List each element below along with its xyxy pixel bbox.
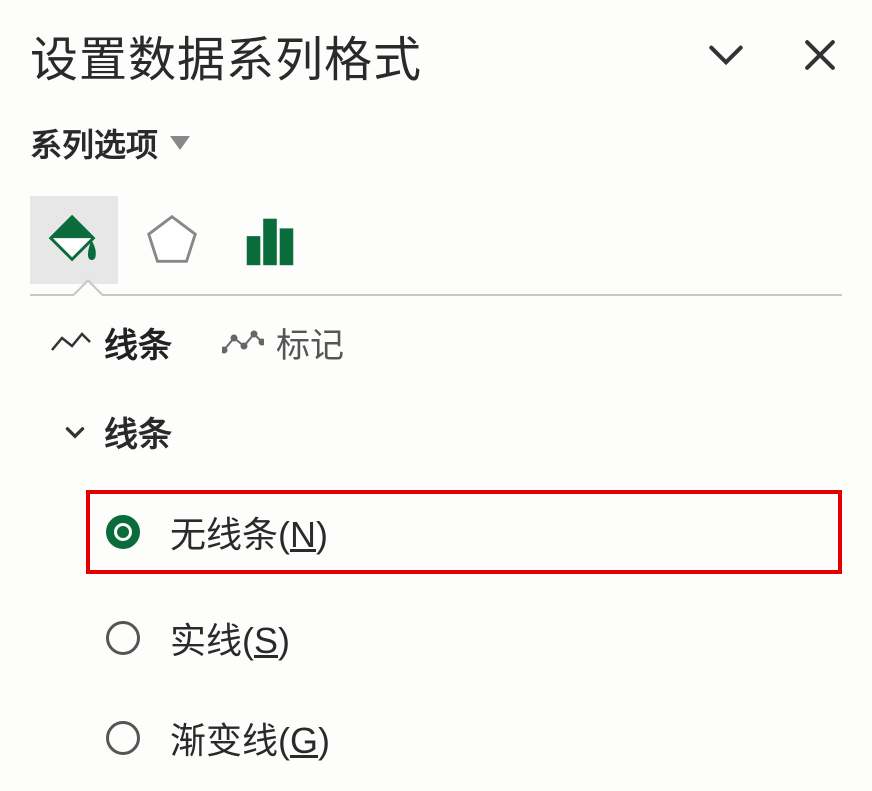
series-options-dropdown[interactable]: 系列选项 <box>30 120 842 166</box>
pentagon-icon <box>141 209 203 271</box>
radio-no-line-label: 无线条(N) <box>170 506 328 558</box>
close-icon[interactable] <box>798 33 842 77</box>
bar-chart-icon <box>239 209 301 271</box>
paint-bucket-icon <box>43 209 105 271</box>
line-radio-group: 无线条(N) 实线(S) 渐变线(G) <box>30 490 842 774</box>
tab-pointer-divider <box>30 294 842 296</box>
radio-solid-line-label: 实线(S) <box>170 612 290 664</box>
series-options-label: 系列选项 <box>30 120 158 166</box>
sub-tab-marker[interactable]: 标记 <box>222 318 344 367</box>
sub-tab-line[interactable]: 线条 <box>50 318 172 367</box>
header-controls <box>704 33 842 77</box>
panel-header: 设置数据系列格式 <box>30 20 842 90</box>
sub-tabs: 线条 标记 <box>30 318 842 367</box>
marker-small-icon <box>222 330 264 356</box>
radio-gradient-line-label: 渐变线(G) <box>170 712 330 764</box>
panel-title: 设置数据系列格式 <box>30 20 422 90</box>
tab-effects[interactable] <box>128 196 216 284</box>
tool-tabs <box>30 196 842 284</box>
radio-gradient-line[interactable]: 渐变线(G) <box>90 702 842 774</box>
sub-tab-marker-label: 标记 <box>276 318 344 367</box>
line-small-icon <box>50 330 92 356</box>
radio-solid-line[interactable]: 实线(S) <box>90 602 842 674</box>
radio-indicator-icon <box>106 721 140 755</box>
radio-indicator-icon <box>106 621 140 655</box>
line-section-label: 线条 <box>104 407 172 456</box>
collapse-icon[interactable] <box>704 33 748 77</box>
radio-no-line[interactable]: 无线条(N) <box>86 490 842 574</box>
line-section-header[interactable]: 线条 <box>30 407 842 456</box>
dropdown-triangle-icon <box>170 136 190 150</box>
tab-series-options[interactable] <box>226 196 314 284</box>
chevron-down-icon <box>62 419 88 445</box>
tab-fill-line[interactable] <box>30 196 118 284</box>
sub-tab-line-label: 线条 <box>104 318 172 367</box>
radio-indicator-icon <box>106 515 140 549</box>
